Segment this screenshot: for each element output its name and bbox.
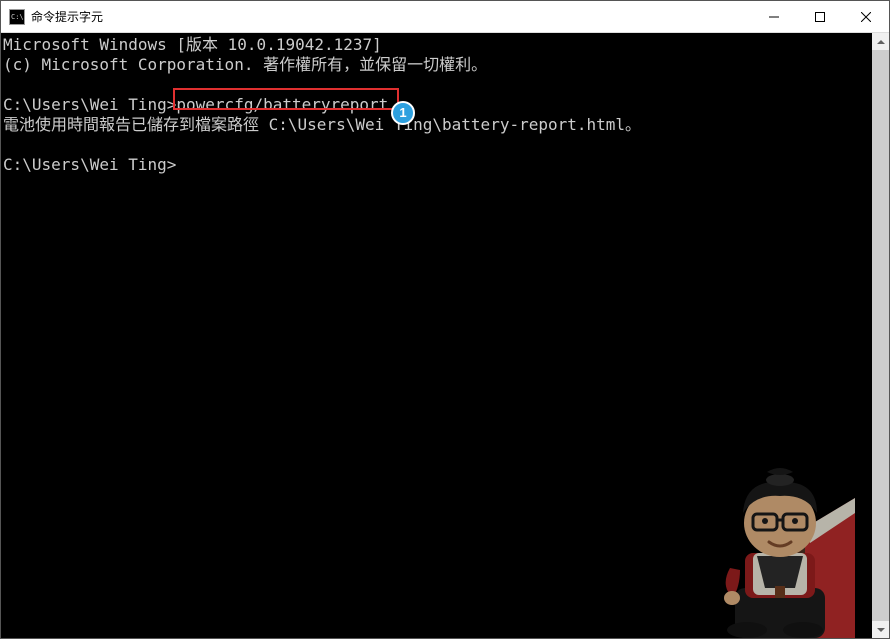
- scroll-up-button[interactable]: [872, 33, 889, 50]
- maximize-button[interactable]: [797, 1, 843, 32]
- terminal-prompt: C:\Users\Wei Ting>: [3, 155, 176, 174]
- terminal-line: (c) Microsoft Corporation. 著作權所有，並保留一切權利…: [3, 55, 487, 74]
- scroll-thumb[interactable]: [872, 50, 889, 621]
- avatar-watermark: [685, 458, 855, 638]
- minimize-button[interactable]: [751, 1, 797, 32]
- window-controls: [751, 1, 889, 32]
- close-button[interactable]: [843, 1, 889, 32]
- terminal-line: 電池使用時間報告已儲存到檔案路徑 C:\Users\Wei Ting\batte…: [3, 115, 641, 134]
- terminal-area: Microsoft Windows [版本 10.0.19042.1237] (…: [1, 33, 889, 638]
- callout-badge: 1: [391, 101, 415, 125]
- command-prompt-window: C:\ 命令提示字元 Microsoft Windows [版本 10.0.19…: [0, 0, 890, 639]
- terminal[interactable]: Microsoft Windows [版本 10.0.19042.1237] (…: [1, 33, 872, 638]
- vertical-scrollbar[interactable]: [872, 33, 889, 638]
- scroll-down-button[interactable]: [872, 621, 889, 638]
- titlebar[interactable]: C:\ 命令提示字元: [1, 1, 889, 33]
- window-title: 命令提示字元: [31, 8, 751, 25]
- terminal-command: powercfg/batteryreport: [176, 95, 388, 114]
- terminal-line: Microsoft Windows [版本 10.0.19042.1237]: [3, 35, 382, 54]
- cmd-icon: C:\: [9, 9, 25, 25]
- terminal-prompt: C:\Users\Wei Ting>: [3, 95, 176, 114]
